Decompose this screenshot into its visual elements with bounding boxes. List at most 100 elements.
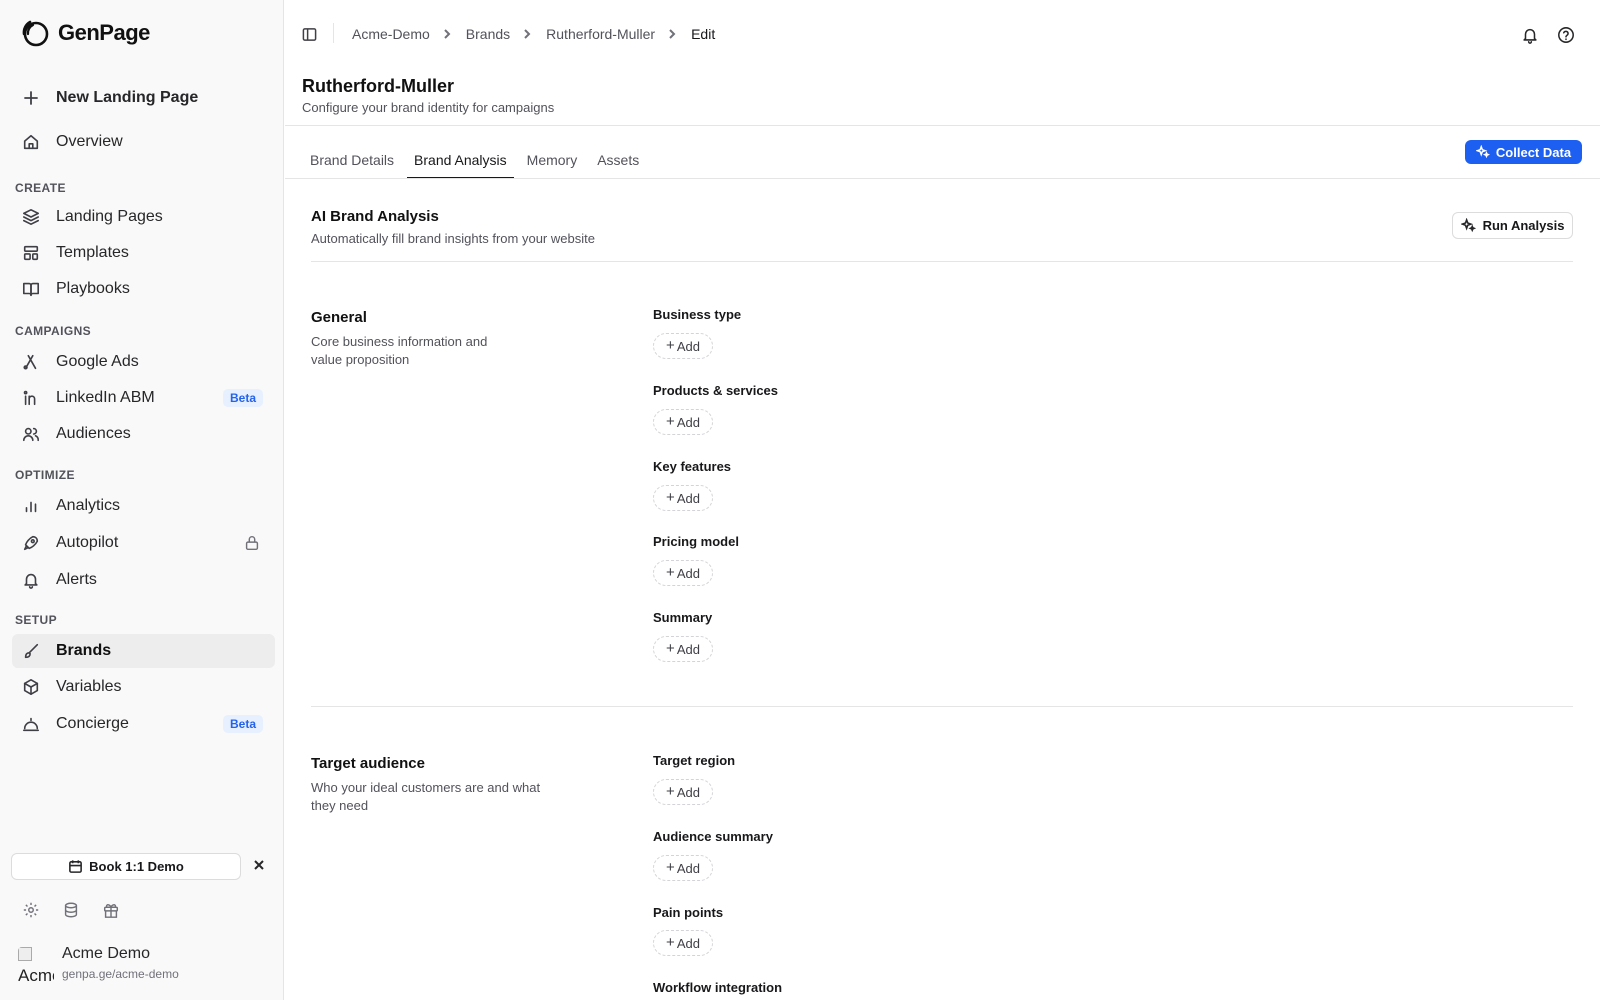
section-general-desc-line: value proposition [311,352,410,367]
plus-icon: + [666,783,675,800]
sidebar-item-overview[interactable]: Overview [12,125,275,159]
beta-badge: Beta [222,389,263,407]
lock-icon [243,534,261,552]
sidebar-item-audiences[interactable]: Audiences [12,417,275,451]
tab-bar: Brand Details Brand Analysis Memory Asse… [303,140,652,179]
add-audience-summary-button[interactable]: + Add [653,855,713,881]
sidebar-item-brands[interactable]: Brands [12,634,275,668]
add-label: Add [676,935,700,951]
tab-memory[interactable]: Memory [520,140,585,178]
bell-icon [1523,28,1537,44]
add-pain-points-button[interactable]: + Add [653,930,713,956]
app-logo[interactable]: GenPage [20,18,150,48]
rocket-icon [20,532,42,554]
plus-icon: + [666,934,675,951]
sidebar: GenPage New Landing Page Overview CREATE… [0,0,284,1000]
plus-icon: + [666,859,675,876]
chevron-right-icon [521,27,535,41]
close-demo-button[interactable] [252,858,270,876]
sidebar-item-label: Variables [56,678,122,695]
sidebar-item-google-ads[interactable]: Google Ads [12,345,275,379]
account-url: genpa.ge/acme-demo [62,967,179,981]
plus-icon: + [666,640,675,657]
sidebar-item-label: Templates [56,244,129,261]
sidebar-item-variables[interactable]: Variables [12,670,275,704]
sidebar-item-linkedin-abm[interactable]: LinkedIn ABM Beta [12,381,275,415]
avatar-alt-text: Acme [18,966,54,983]
field-label-audience-summary: Audience summary [653,829,773,844]
book-demo-button[interactable]: Book 1:1 Demo [11,853,241,880]
book-demo-label: Book 1:1 Demo [89,859,184,874]
concierge-bell-icon [20,713,42,735]
account-name: Acme Demo [62,945,151,962]
collect-data-label: Collect Data [1495,144,1572,160]
plus-icon: + [666,564,675,581]
sidebar-item-alerts[interactable]: Alerts [12,563,275,597]
sidebar-item-label: Overview [56,133,123,150]
template-icon [20,242,42,264]
sidebar-item-label: Audiences [56,425,131,442]
sidebar-item-autopilot[interactable]: Autopilot [12,526,275,560]
broken-image-icon [18,947,32,961]
sidebar-item-playbooks[interactable]: Playbooks [12,272,275,306]
gift-button[interactable] [102,901,122,921]
sparkles-icon [1460,218,1476,233]
sidebar-item-label: Brands [56,642,112,659]
sidebar-item-label: Concierge [56,715,129,732]
notifications-button[interactable] [1521,26,1541,46]
breadcrumb-item[interactable]: Rutherford-Muller [546,26,655,42]
section-general-desc-line: Core business information and [311,334,488,349]
new-landing-page-button[interactable]: New Landing Page [12,81,275,115]
sparkles-icon [1475,145,1490,159]
help-button[interactable] [1557,26,1577,46]
section-target-audience-title: Target audience [311,755,425,772]
genpage-logo-icon [22,20,49,47]
add-business-type-button[interactable]: + Add [653,333,713,359]
breadcrumb-item[interactable]: Acme-Demo [352,26,430,42]
gift-icon [103,904,119,918]
sidebar-item-concierge[interactable]: Concierge Beta [12,707,275,741]
add-products-services-button[interactable]: + Add [653,409,713,435]
field-label-summary: Summary [653,610,713,625]
bell-icon [20,569,42,591]
linkedin-icon [20,387,42,409]
field-label-target-region: Target region [653,753,736,768]
google-ads-icon [20,351,42,373]
add-label: Add [676,338,700,354]
tab-assets[interactable]: Assets [590,140,646,178]
section-target-audience-desc-line: they need [311,798,369,813]
sidebar-item-label: LinkedIn ABM [56,389,155,406]
divider [311,261,1573,262]
breadcrumb-item[interactable]: Brands [466,26,510,42]
help-circle-icon [1558,27,1574,43]
layers-icon [20,206,42,228]
divider [285,125,1600,126]
sidebar-item-label: Google Ads [56,353,139,370]
add-summary-button[interactable]: + Add [653,636,713,662]
collect-data-button[interactable]: Collect Data [1465,140,1582,164]
avatar[interactable]: Acme [18,947,54,983]
plus-icon: + [666,337,675,354]
sidebar-item-templates[interactable]: Templates [12,236,275,270]
add-label: Add [676,860,700,876]
tab-brand-analysis[interactable]: Brand Analysis [407,140,514,179]
sidebar-toggle-button[interactable] [302,27,318,43]
sidebar-item-landing-pages[interactable]: Landing Pages [12,200,275,234]
sidebar-item-analytics[interactable]: Analytics [12,489,275,523]
run-analysis-button[interactable]: Run Analysis [1452,212,1573,239]
add-target-region-button[interactable]: + Add [653,779,713,805]
sidebar-item-label: Autopilot [56,534,119,551]
new-landing-page-label: New Landing Page [56,89,199,106]
field-label-pain-points: Pain points [653,905,724,920]
panel-left-icon [302,28,317,41]
sidebar-item-label: Landing Pages [56,208,163,225]
plus-icon: + [666,489,675,506]
tab-brand-details[interactable]: Brand Details [303,140,401,178]
add-key-features-button[interactable]: + Add [653,485,713,511]
section-create: CREATE [15,181,66,195]
book-open-icon [20,278,42,300]
database-button[interactable] [62,901,82,921]
section-campaigns: CAMPAIGNS [15,324,92,338]
add-pricing-model-button[interactable]: + Add [653,560,713,586]
settings-button[interactable] [22,901,42,921]
